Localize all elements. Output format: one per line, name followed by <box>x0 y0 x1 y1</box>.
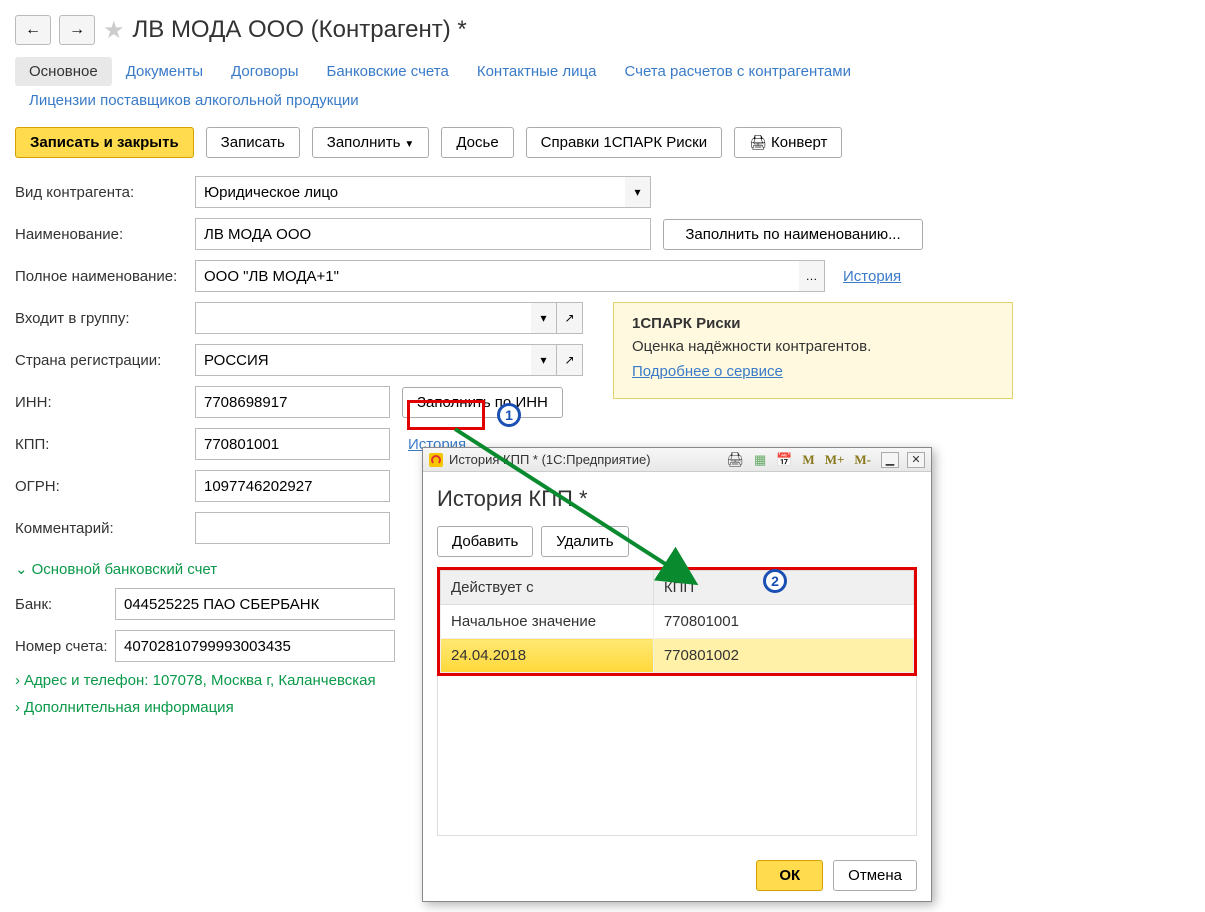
tab-alcohol-licenses[interactable]: Лицензии поставщиков алкогольной продукц… <box>15 86 373 115</box>
bank-section-label: Основной банковский счет <box>32 561 218 578</box>
bank-input[interactable] <box>115 588 395 620</box>
account-label: Номер счета: <box>15 638 115 655</box>
envelope-label: Конверт <box>771 134 827 151</box>
tab-settlements[interactable]: Счета расчетов с контрагентами <box>610 57 864 86</box>
fill-label: Заполнить <box>327 134 401 151</box>
chevron-right-icon: › <box>15 672 20 689</box>
dossier-button[interactable]: Досье <box>441 127 513 158</box>
fill-by-inn-button[interactable]: Заполнить по ИНН <box>402 387 563 418</box>
forward-button[interactable]: → <box>59 15 95 45</box>
dialog-m-button[interactable]: M <box>800 452 816 468</box>
dialog-print-icon[interactable] <box>724 451 746 468</box>
ogrn-label: ОГРН: <box>15 478 195 495</box>
dialog-mplus-button[interactable]: M+ <box>823 452 847 468</box>
inn-label: ИНН: <box>15 394 195 411</box>
kpp-input[interactable] <box>195 428 390 460</box>
dialog-window-title: История КПП * (1С:Предприятие) <box>449 452 651 467</box>
info-title: 1СПАРК Риски <box>632 315 994 332</box>
info-more-link[interactable]: Подробнее о сервисе <box>632 363 783 380</box>
chevron-down-icon: ⌄ <box>15 560 28 578</box>
dialog-mminus-button[interactable]: M- <box>852 452 873 468</box>
country-dropdown-button[interactable]: ▾ <box>531 344 557 376</box>
group-input[interactable] <box>195 302 531 334</box>
write-button[interactable]: Записать <box>206 127 300 158</box>
favorite-star-icon[interactable]: ★ <box>103 16 125 45</box>
inn-input[interactable] <box>195 386 390 418</box>
address-section-label: Адрес и телефон: 107078, Москва г, Калан… <box>24 672 376 689</box>
table-row[interactable]: Начальное значение 770801001 <box>441 605 914 639</box>
dialog-table-empty-area <box>437 676 917 836</box>
caret-down-icon: ▼ <box>404 139 414 150</box>
dialog-title: История КПП * <box>437 486 917 512</box>
fullname-more-button[interactable]: … <box>799 260 825 292</box>
comment-label: Комментарий: <box>15 520 195 537</box>
fill-button[interactable]: Заполнить▼ <box>312 127 430 158</box>
cell-kpp: 770801001 <box>653 605 913 639</box>
tab-documents[interactable]: Документы <box>112 57 217 86</box>
kpp-label: КПП: <box>15 436 195 453</box>
tab-contact-persons[interactable]: Контактные лица <box>463 57 611 86</box>
dialog-close-button[interactable]: ✕ <box>907 452 925 468</box>
tab-contracts[interactable]: Договоры <box>217 57 312 86</box>
dialog-cancel-button[interactable]: Отмена <box>833 860 917 891</box>
fullname-history-link[interactable]: История <box>843 268 901 285</box>
tab-main[interactable]: Основное <box>15 57 112 86</box>
fullname-input[interactable] <box>195 260 799 292</box>
col-from-header[interactable]: Действует с <box>441 571 654 605</box>
country-label: Страна регистрации: <box>15 352 195 369</box>
additional-section-label: Дополнительная информация <box>24 699 234 716</box>
back-button[interactable]: ← <box>15 15 51 45</box>
name-input[interactable] <box>195 218 651 250</box>
group-dropdown-button[interactable]: ▾ <box>531 302 557 334</box>
dialog-ok-button[interactable]: ОК <box>756 860 823 891</box>
comment-input[interactable] <box>195 512 390 544</box>
country-input[interactable] <box>195 344 531 376</box>
fill-by-name-button[interactable]: Заполнить по наименованию... <box>663 219 923 250</box>
ogrn-input[interactable] <box>195 470 390 502</box>
cell-kpp: 770801002 <box>653 639 913 673</box>
page-title: ЛВ МОДА ООО (Контрагент) * <box>133 16 467 44</box>
dialog-add-button[interactable]: Добавить <box>437 526 533 557</box>
type-label: Вид контрагента: <box>15 184 195 201</box>
tab-bar: Основное Документы Договоры Банковские с… <box>15 57 1190 115</box>
cell-from: Начальное значение <box>441 605 654 639</box>
fullname-label: Полное наименование: <box>15 268 195 285</box>
envelope-button[interactable]: Конверт <box>734 127 842 158</box>
dialog-grid-icon[interactable]: ▦ <box>752 452 768 468</box>
dialog-calendar-icon[interactable]: 📅 <box>774 452 794 468</box>
dialog-delete-button[interactable]: Удалить <box>541 526 628 557</box>
col-kpp-header[interactable]: КПП <box>653 571 913 605</box>
account-input[interactable] <box>115 630 395 662</box>
chevron-right-icon: › <box>15 699 20 716</box>
dialog-table-highlight: Действует с КПП Начальное значение 77080… <box>437 567 917 676</box>
group-label: Входит в группу: <box>15 310 195 327</box>
cell-from: 24.04.2018 <box>441 639 654 673</box>
kpp-history-dialog: История КПП * (1С:Предприятие) ▦ 📅 M M+ … <box>422 447 932 902</box>
spark-risks-info-panel: 1СПАРК Риски Оценка надёжности контраген… <box>613 302 1013 399</box>
printer-icon <box>749 134 767 151</box>
tab-bank-accounts[interactable]: Банковские счета <box>312 57 462 86</box>
group-open-button[interactable]: ↗ <box>557 302 583 334</box>
country-open-button[interactable]: ↗ <box>557 344 583 376</box>
write-close-button[interactable]: Записать и закрыть <box>15 127 194 158</box>
1c-icon <box>429 453 443 467</box>
info-text: Оценка надёжности контрагентов. <box>632 338 994 355</box>
spark-button[interactable]: Справки 1СПАРК Риски <box>526 127 722 158</box>
type-input[interactable] <box>195 176 625 208</box>
table-row[interactable]: 24.04.2018 770801002 <box>441 639 914 673</box>
bank-label: Банк: <box>15 596 115 613</box>
type-dropdown-button[interactable]: ▾ <box>625 176 651 208</box>
kpp-history-table: Действует с КПП Начальное значение 77080… <box>440 570 914 673</box>
name-label: Наименование: <box>15 226 195 243</box>
dialog-minimize-button[interactable]: ▁ <box>881 452 899 468</box>
